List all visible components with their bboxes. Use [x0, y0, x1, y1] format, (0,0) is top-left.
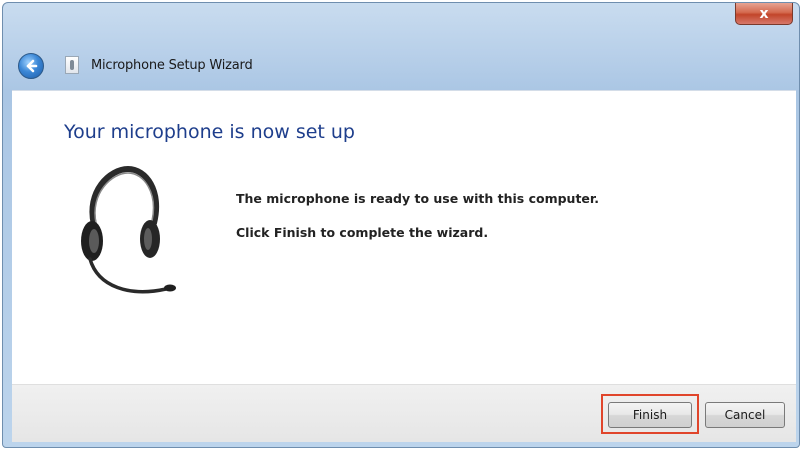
microphone-wizard-icon — [65, 56, 79, 74]
finish-button[interactable]: Finish — [608, 402, 692, 428]
close-button[interactable]: x — [735, 3, 793, 25]
headset-icon — [81, 165, 176, 294]
cancel-button[interactable]: Cancel — [705, 402, 785, 428]
window-title: Microphone Setup Wizard — [91, 58, 253, 73]
page-heading: Your microphone is now set up — [64, 121, 355, 143]
finish-instruction: Click Finish to complete the wizard. — [236, 225, 489, 240]
button-bar: Finish Cancel — [12, 384, 796, 442]
back-button[interactable] — [18, 53, 44, 79]
ready-message: The microphone is ready to use with this… — [236, 191, 600, 206]
wizard-content: Your microphone is now set up The microp… — [12, 90, 796, 384]
wizard-window: x Microphone Setup Wizard Your microphon… — [2, 2, 800, 448]
close-icon: x — [759, 5, 769, 22]
back-arrow-icon — [26, 59, 38, 73]
